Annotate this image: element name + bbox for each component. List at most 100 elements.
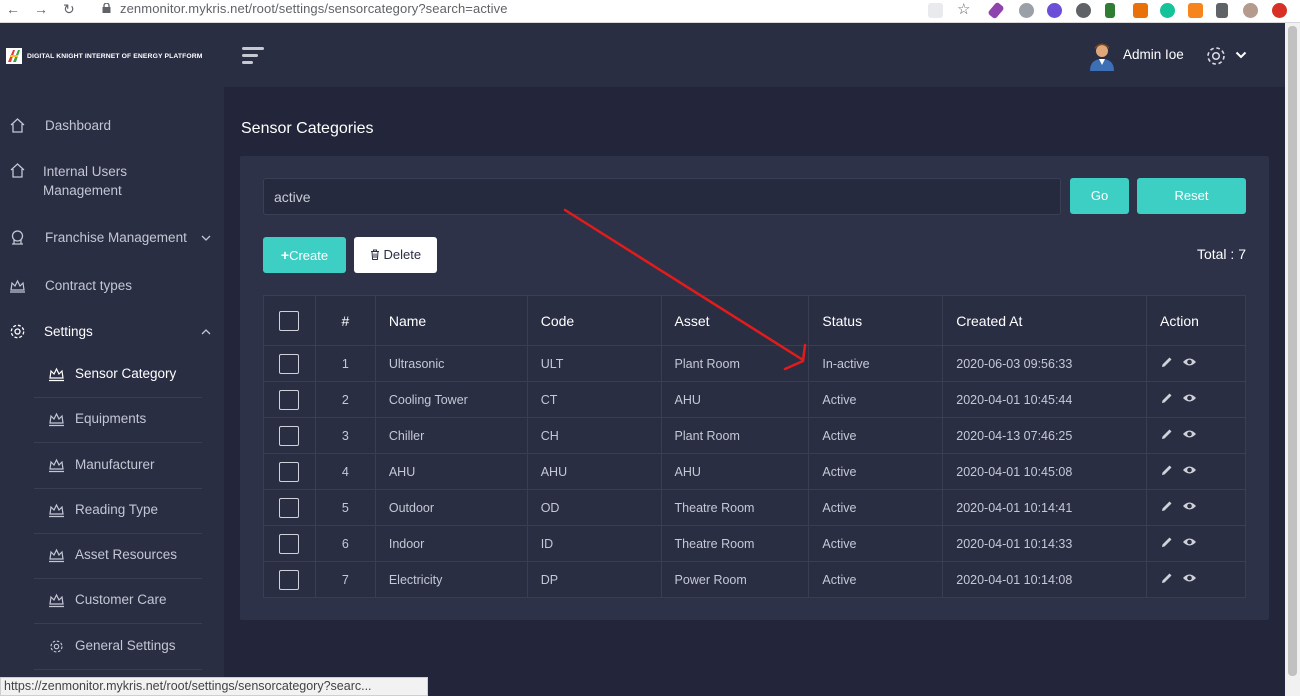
cell-number: 6 [314, 525, 376, 562]
extension-icon[interactable] [1047, 3, 1062, 18]
sidebar-subitem-label: Asset Resources [75, 547, 178, 562]
cell-created-at: 2020-04-13 07:46:25 [942, 417, 1148, 454]
row-select-cell [263, 489, 316, 526]
view-eye-icon[interactable] [1182, 356, 1197, 371]
sidebar-subitem-label: Equipments [75, 411, 147, 426]
sidebar-subitem-sensor-category[interactable]: Sensor Category [34, 353, 202, 398]
sidebar-item-contract-types[interactable]: Contract types [0, 276, 224, 295]
view-eye-icon[interactable] [1182, 428, 1197, 443]
sidebar-item-label: Dashboard [45, 118, 112, 133]
column-header-action: Action [1146, 295, 1246, 346]
view-eye-icon[interactable] [1182, 500, 1197, 515]
row-checkbox[interactable] [279, 569, 300, 590]
back-icon[interactable]: ← [6, 1, 20, 17]
table-row[interactable]: 7 Electricity DP Power Room Active 2020-04-01… [263, 561, 1246, 598]
scrollbar[interactable] [1285, 23, 1300, 696]
browser-status-bar: https://zenmonitor.mykris.net/root/setti… [0, 677, 428, 696]
pen-extension-icon[interactable] [987, 1, 1005, 20]
cell-status: Active [808, 381, 944, 418]
cell-code: OD [526, 489, 662, 526]
sidebar-item-label: Settings [44, 324, 93, 339]
grammarly-icon[interactable] [1160, 3, 1175, 18]
row-select-cell [263, 561, 316, 598]
reset-button[interactable]: Reset [1137, 178, 1246, 214]
edit-pencil-icon[interactable] [1160, 355, 1174, 372]
row-checkbox[interactable] [279, 389, 300, 410]
view-eye-icon[interactable] [1182, 572, 1197, 587]
sidebar-subitem-equipments[interactable]: Equipments [34, 398, 202, 443]
extension-icon[interactable] [1133, 3, 1148, 18]
row-checkbox[interactable] [279, 533, 300, 554]
table-row[interactable]: 2 Cooling Tower CT AHU Active 2020-04-01 10:4… [263, 381, 1246, 418]
table-row[interactable]: 4 AHU AHU AHU Active 2020-04-01 10:45:08 [263, 453, 1246, 490]
sidebar-subitem-customer-care[interactable]: Customer Care [34, 579, 202, 624]
gear-icon [50, 640, 63, 653]
table-row[interactable]: 1 Ultrasonic ULT Plant Room In-active 2020-06… [263, 345, 1246, 382]
view-eye-icon[interactable] [1182, 392, 1197, 407]
sidebar-item-franchise-management[interactable]: Franchise Management [0, 228, 224, 247]
create-button[interactable]: +Create [263, 237, 346, 273]
avatar[interactable] [1088, 41, 1116, 71]
gear-icon[interactable] [1205, 45, 1227, 67]
translate-icon[interactable] [928, 3, 943, 18]
column-header-asset[interactable]: Asset [660, 295, 810, 346]
delete-button-label: Delete [383, 247, 422, 262]
bookmark-star-icon[interactable]: ☆ [957, 0, 970, 18]
browser-toolbar: ← → ↻ zenmonitor.mykris.net/root/setting… [0, 0, 1300, 23]
extension-icon[interactable] [1019, 3, 1034, 18]
edit-pencil-icon[interactable] [1160, 499, 1174, 516]
row-checkbox[interactable] [279, 497, 300, 518]
reload-icon[interactable]: ↻ [63, 1, 75, 18]
user-name[interactable]: Admin Ioe [1123, 47, 1184, 62]
sidebar-subitem-general-settings[interactable]: General Settings [34, 625, 202, 670]
sidebar-item-internal-users[interactable]: Internal Users Management [0, 162, 224, 200]
sensor-category-table: # Name Code Asset Status Created At Acti… [263, 295, 1246, 598]
table-row[interactable]: 3 Chiller CH Plant Room Active 2020-04-13 07:… [263, 417, 1246, 454]
view-eye-icon[interactable] [1182, 536, 1197, 551]
search-input[interactable] [263, 178, 1061, 215]
cell-code: ID [526, 525, 662, 562]
brand-logo[interactable]: DIGITAL KNIGHT INTERNET OF ENERGY PLATFO… [6, 45, 203, 67]
select-all-checkbox[interactable] [279, 310, 300, 331]
address-bar[interactable]: zenmonitor.mykris.net/root/settings/sens… [120, 1, 508, 16]
sidebar-subitem-asset-resources[interactable]: Asset Resources [34, 534, 202, 579]
edit-pencil-icon[interactable] [1160, 571, 1174, 588]
row-checkbox[interactable] [279, 461, 300, 482]
view-eye-icon[interactable] [1182, 464, 1197, 479]
cell-action [1146, 381, 1246, 418]
menu-toggle-icon[interactable] [242, 47, 266, 65]
update-icon[interactable] [1272, 3, 1287, 18]
profile-avatar-icon[interactable] [1243, 3, 1258, 18]
chevron-down-icon[interactable] [1235, 50, 1247, 60]
row-checkbox[interactable] [279, 425, 300, 446]
forward-icon[interactable]: → [34, 1, 48, 17]
sidebar-subitem-manufacturer[interactable]: Manufacturer [34, 444, 202, 489]
edit-pencil-icon[interactable] [1160, 535, 1174, 552]
plus-icon: + [280, 247, 290, 263]
edit-pencil-icon[interactable] [1160, 463, 1174, 480]
delete-button[interactable]: Delete [354, 237, 437, 273]
sidebar-subitem-reading-type[interactable]: Reading Type [34, 489, 202, 534]
puzzle-icon[interactable] [1216, 3, 1228, 18]
sidebar-item-dashboard[interactable]: Dashboard [0, 116, 224, 135]
cell-name: AHU [374, 453, 528, 490]
scrollbar-thumb[interactable] [1288, 26, 1297, 676]
table-row[interactable]: 6 Indoor ID Theatre Room Active 2020-04-01 10… [263, 525, 1246, 562]
edit-pencil-icon[interactable] [1160, 427, 1174, 444]
column-header-name[interactable]: Name [374, 295, 528, 346]
column-header-status[interactable]: Status [808, 295, 944, 346]
column-header-code[interactable]: Code [526, 295, 662, 346]
column-header-created-at[interactable]: Created At [942, 295, 1148, 346]
edit-pencil-icon[interactable] [1160, 391, 1174, 408]
column-header-number[interactable]: # [314, 295, 376, 346]
cell-status: Active [808, 525, 944, 562]
trash-icon [370, 249, 379, 260]
sidebar-subitem-label: Manufacturer [75, 457, 155, 472]
table-row[interactable]: 5 Outdoor OD Theatre Room Active 2020-04-01 1… [263, 489, 1246, 526]
row-checkbox[interactable] [279, 353, 300, 374]
extension-icon[interactable] [1076, 3, 1091, 18]
extension-icon[interactable] [1105, 3, 1115, 18]
metamask-icon[interactable] [1188, 3, 1203, 18]
sidebar-item-settings[interactable]: Settings [0, 322, 224, 341]
go-button[interactable]: Go [1070, 178, 1129, 214]
